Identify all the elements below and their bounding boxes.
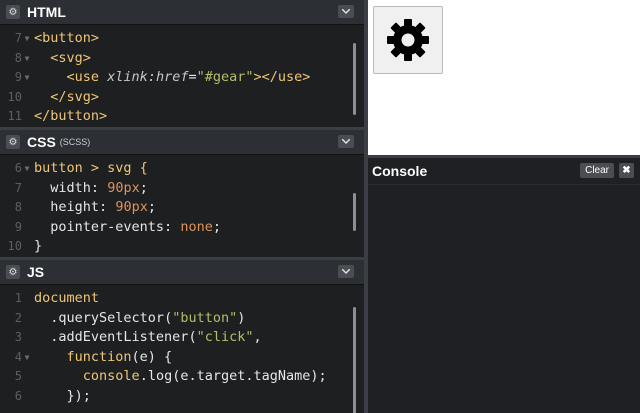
code-token: pointer-events: (50, 218, 173, 235)
code-token: document (34, 290, 100, 306)
line-number: 6 (14, 388, 22, 403)
line-number: 4 (14, 349, 22, 364)
line-number: 6 (14, 161, 22, 175)
line-number: 7 (14, 31, 22, 45)
code-token: 90px (107, 179, 140, 196)
line-number: 2 (14, 310, 22, 325)
code-token: "button" (172, 309, 238, 326)
code-line: 10 } (0, 237, 364, 257)
html-panel: ⚙ HTML 7 ▼ <button> 8 ▼ <svg> 9 ▼ <use xlin… (0, 0, 364, 127)
code-token: </button> (34, 108, 108, 124)
code-line: 3 .addEventListener("click", (0, 328, 364, 348)
gear-icon (387, 19, 429, 61)
code-token: "#gear" (196, 69, 254, 85)
code-token: ></use> (253, 69, 311, 85)
css-panel-header: ⚙ CSS (SCSS) (0, 130, 364, 155)
code-token: } (34, 238, 43, 254)
line-number: 5 (14, 369, 22, 383)
css-settings-icon[interactable]: ⚙ (6, 135, 20, 149)
code-token: xlink:href (107, 69, 189, 85)
console-clear-button[interactable]: Clear (580, 163, 614, 178)
console-title: Console (372, 163, 428, 179)
code-token: (e) { (131, 348, 173, 365)
fold-arrow-icon[interactable]: ▼ (22, 29, 32, 49)
line-number: 3 (14, 330, 22, 344)
js-panel-header: ⚙ JS (0, 260, 364, 285)
line-number: 1 (14, 291, 22, 305)
code-token: button > svg { (34, 160, 148, 176)
code-line: 9 pointer-events: none; (0, 218, 364, 238)
console-output[interactable] (368, 185, 640, 413)
code-token: }); (66, 387, 91, 404)
fold-arrow-icon[interactable]: ▼ (22, 49, 32, 69)
code-token: height: (50, 199, 108, 215)
code-token: .querySelector (50, 309, 165, 326)
code-token: <svg> (50, 49, 91, 66)
preview-gear-button[interactable] (373, 6, 443, 74)
code-line: 2 .querySelector("button") (0, 309, 364, 329)
code-token: .addEventListener (50, 329, 189, 345)
css-preprocessor-label: (SCSS) (59, 137, 91, 147)
css-collapse-icon[interactable] (338, 135, 354, 148)
css-scrollbar[interactable] (353, 193, 356, 231)
code-token: .log(e.target.tagName); (139, 368, 327, 384)
code-line: 11 </button> (0, 107, 364, 127)
code-line: 5 console.log(e.target.tagName); (0, 367, 364, 387)
line-number: 9 (14, 70, 22, 84)
code-line: 7 ▼ <button> (0, 29, 364, 49)
html-panel-title: HTML (27, 4, 66, 20)
code-token: none (180, 218, 213, 235)
code-line: 8 height: 90px; (0, 198, 364, 218)
console-close-icon[interactable]: ✖ (619, 163, 634, 178)
code-line: 10 </svg> (0, 88, 364, 108)
html-panel-header: ⚙ HTML (0, 0, 364, 25)
code-token: <button> (34, 30, 100, 46)
code-token: = (188, 69, 197, 85)
console-header: Console Clear ✖ (368, 158, 640, 185)
fold-arrow-icon[interactable]: ▼ (22, 159, 32, 179)
code-token: "click" (196, 329, 254, 345)
line-number: 11 (7, 109, 22, 123)
code-token: function (66, 348, 132, 365)
css-code[interactable]: 6 ▼ button > svg { 7 width: 90px; 8 heigh… (0, 155, 364, 257)
code-token: </svg> (50, 88, 100, 105)
html-scrollbar[interactable] (353, 43, 356, 115)
code-token: console (82, 368, 140, 384)
css-panel-title: CSS (27, 134, 56, 150)
js-code[interactable]: 1 document 2 .querySelector("button") 3 … (0, 285, 364, 413)
line-number: 10 (7, 239, 22, 253)
css-panel: ⚙ CSS (SCSS) 6 ▼ button > svg { 7 width: … (0, 130, 364, 257)
line-number: 8 (14, 200, 22, 214)
line-number: 7 (14, 180, 22, 195)
line-number: 8 (14, 50, 22, 65)
code-line: 8 ▼ <svg> (0, 49, 364, 69)
code-token: <use (66, 69, 100, 85)
js-scrollbar[interactable] (353, 307, 356, 413)
code-line: 6 ▼ button > svg { (0, 159, 364, 179)
editor-column: ⚙ HTML 7 ▼ <button> 8 ▼ <svg> 9 ▼ <use xlin… (0, 0, 364, 413)
js-panel-title: JS (27, 264, 45, 280)
html-collapse-icon[interactable] (338, 5, 354, 18)
code-line: 7 width: 90px; (0, 179, 364, 199)
js-collapse-icon[interactable] (338, 265, 354, 278)
fold-arrow-icon[interactable]: ▼ (22, 68, 32, 88)
html-code[interactable]: 7 ▼ <button> 8 ▼ <svg> 9 ▼ <use xlink:href=… (0, 25, 364, 127)
line-number: 10 (7, 89, 22, 104)
code-line: 9 ▼ <use xlink:href="#gear"></use> (0, 68, 364, 88)
code-line: 6 }); (0, 387, 364, 407)
fold-arrow-icon[interactable]: ▼ (22, 348, 32, 368)
js-panel: ⚙ JS 1 document 2 .querySelector("button… (0, 260, 364, 413)
js-settings-icon[interactable]: ⚙ (6, 265, 20, 279)
code-token: 90px (115, 199, 148, 215)
html-settings-icon[interactable]: ⚙ (6, 5, 20, 19)
result-preview (368, 0, 640, 155)
code-line: 1 document (0, 289, 364, 309)
line-number: 9 (14, 219, 22, 234)
code-token: width: (50, 179, 100, 196)
console-panel: Console Clear ✖ (368, 158, 640, 413)
code-line: 4 ▼ function(e) { (0, 348, 364, 368)
